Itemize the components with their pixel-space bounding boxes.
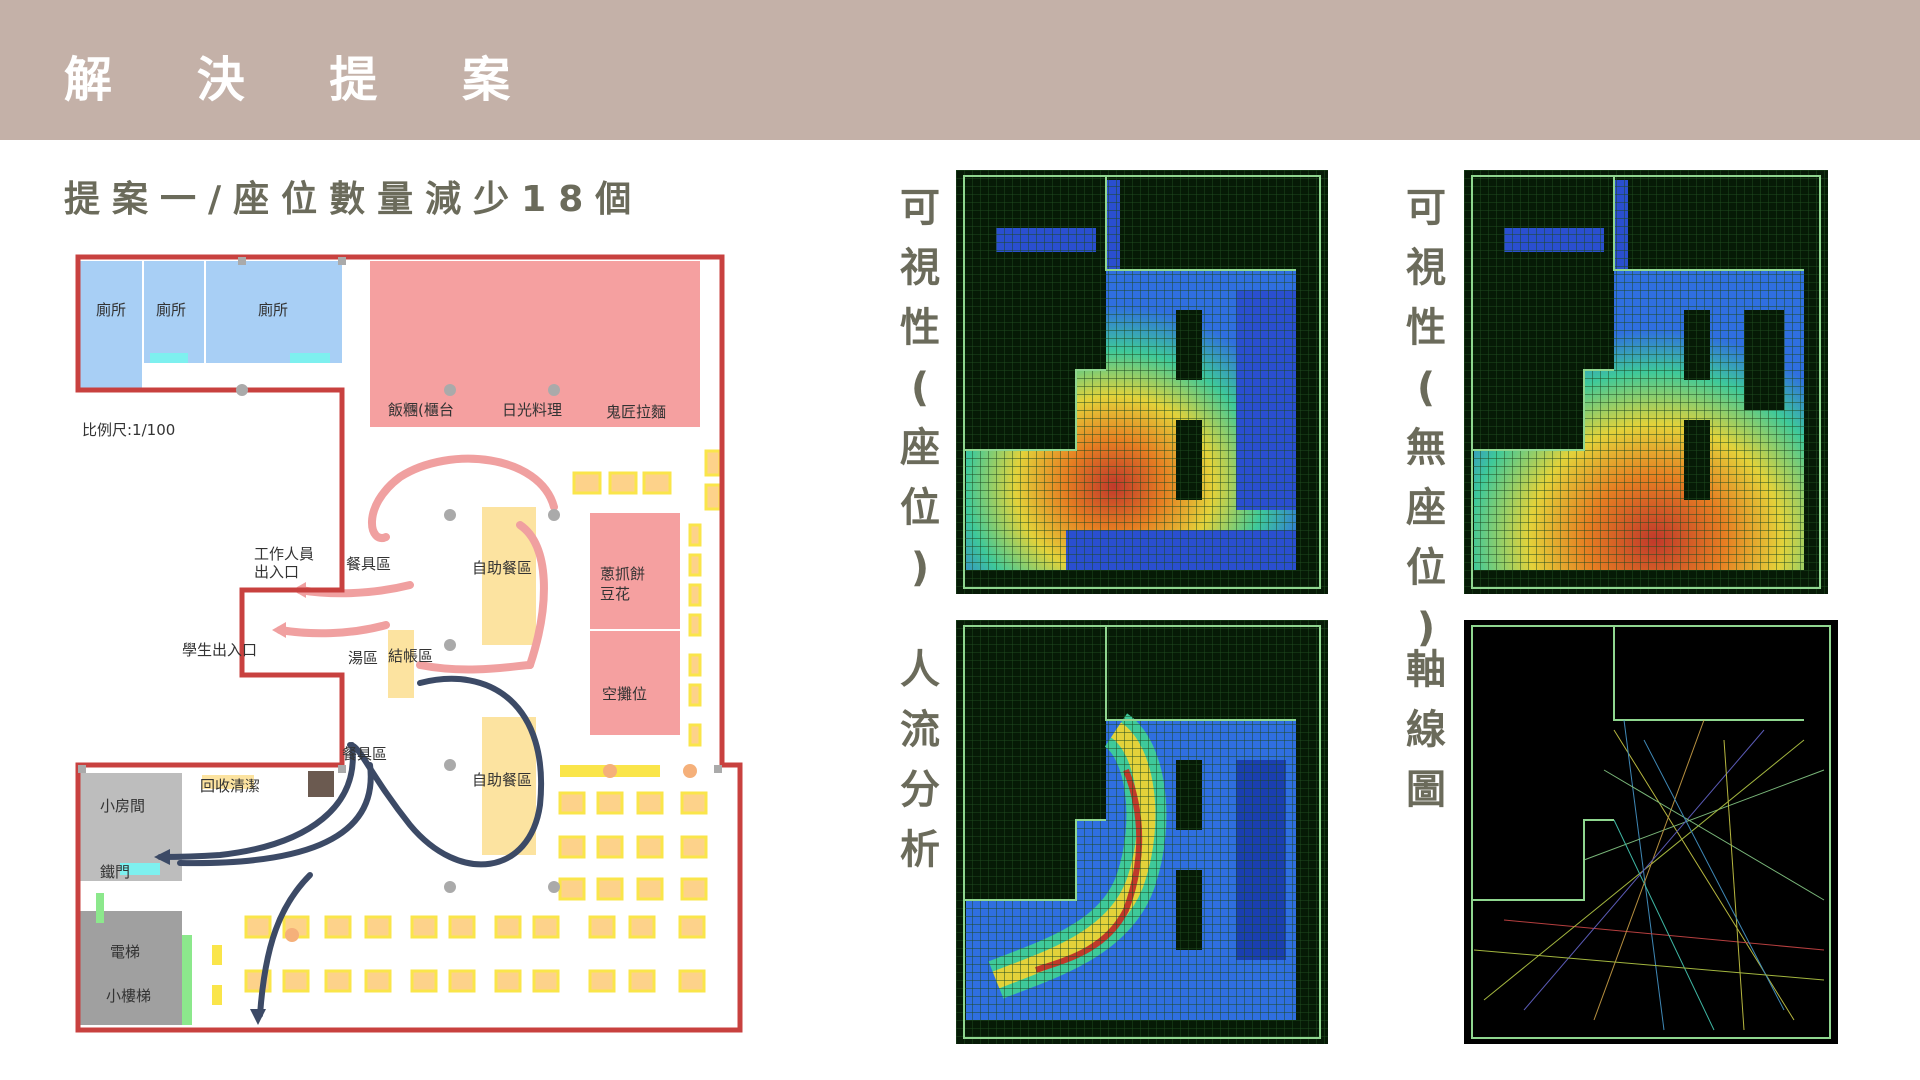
scale-label: 比例尺:1/100 bbox=[82, 421, 175, 439]
flow-analysis-map bbox=[956, 620, 1328, 1044]
buffet-label-bottom: 自助餐區 bbox=[472, 771, 532, 789]
label-char: 析 bbox=[900, 827, 940, 873]
visibility-seat-label: 可視性 ( 座位) bbox=[890, 178, 950, 598]
japanese-label: 日光料理 bbox=[502, 401, 562, 419]
staff-entrance-label-2: 出入口 bbox=[254, 563, 299, 581]
recycle-label: 回收清潔 bbox=[200, 777, 260, 795]
label-char: 可 bbox=[1406, 185, 1446, 231]
label-char: 性 bbox=[1406, 305, 1446, 351]
visibility-noseat-map bbox=[1464, 170, 1828, 594]
label-char: 座 bbox=[900, 425, 940, 471]
toilet-room-1 bbox=[80, 261, 142, 389]
floor-plan: 廁所 廁所 廁所 飯糰(櫃台 日光料理 鬼匠拉麵 比例尺:1/100 工作人員 … bbox=[70, 245, 750, 1035]
ramen-label: 鬼匠拉麵 bbox=[606, 403, 666, 421]
scallion-label-2: 豆花 bbox=[600, 585, 630, 603]
rice-ball-label: 飯糰(櫃台 bbox=[388, 401, 454, 419]
label-char: ( bbox=[1416, 365, 1436, 411]
toilet-label-3: 廁所 bbox=[258, 301, 288, 319]
empty-stall-label: 空攤位 bbox=[602, 685, 647, 703]
label-char: 視 bbox=[900, 245, 940, 291]
label-char: 位 bbox=[1406, 545, 1446, 591]
label-char: 無 bbox=[1406, 425, 1446, 471]
label-char: 性 bbox=[900, 305, 940, 351]
staff-entrance-label-1: 工作人員 bbox=[254, 545, 314, 563]
checkout-label: 結帳區 bbox=[388, 647, 433, 665]
proposal-subtitle: 提案一/座位數量減少18個 bbox=[64, 179, 644, 220]
flow-analysis-label: 人流分析 bbox=[890, 640, 950, 880]
soup-label: 湯區 bbox=[348, 649, 378, 667]
label-char: 圖 bbox=[1406, 767, 1446, 813]
student-entrance-label: 學生出入口 bbox=[182, 641, 257, 659]
label-char: 流 bbox=[900, 707, 940, 753]
tableware-label-bottom: 餐具區 bbox=[342, 745, 387, 763]
visibility-noseat-label: 可視性(無座位) bbox=[1396, 178, 1456, 658]
label-char: 線 bbox=[1406, 707, 1446, 753]
label-char: 位 bbox=[900, 485, 940, 531]
small-room-label: 小房間 bbox=[100, 797, 145, 815]
iron-door-label: 鐵門 bbox=[100, 863, 130, 881]
axial-map bbox=[1464, 620, 1838, 1044]
buffet-label-top: 自助餐區 bbox=[472, 559, 532, 577]
label-char: 人 bbox=[900, 647, 940, 693]
header-bar: 解 決 提 案 bbox=[0, 0, 1920, 140]
scallion-label-1: 蔥抓餅 bbox=[600, 565, 645, 583]
stairs-label: 小樓梯 bbox=[106, 987, 151, 1005]
label-char: ( bbox=[910, 365, 930, 411]
elevator-area bbox=[80, 911, 182, 1025]
elevator-label: 電梯 bbox=[110, 943, 140, 961]
label-char: ) bbox=[910, 545, 930, 591]
axial-map-label: 軸線圖 bbox=[1396, 640, 1456, 820]
label-char: 座 bbox=[1406, 485, 1446, 531]
page-title: 解 決 提 案 bbox=[64, 52, 545, 108]
label-char: 可 bbox=[900, 185, 940, 231]
tableware-label-top: 餐具區 bbox=[346, 555, 391, 573]
label-char: 分 bbox=[900, 767, 940, 813]
toilet-label-2: 廁所 bbox=[156, 301, 186, 319]
visibility-seat-map bbox=[956, 170, 1328, 594]
label-char: 視 bbox=[1406, 245, 1446, 291]
label-char: 軸 bbox=[1406, 647, 1446, 693]
toilet-label-1: 廁所 bbox=[96, 301, 126, 319]
